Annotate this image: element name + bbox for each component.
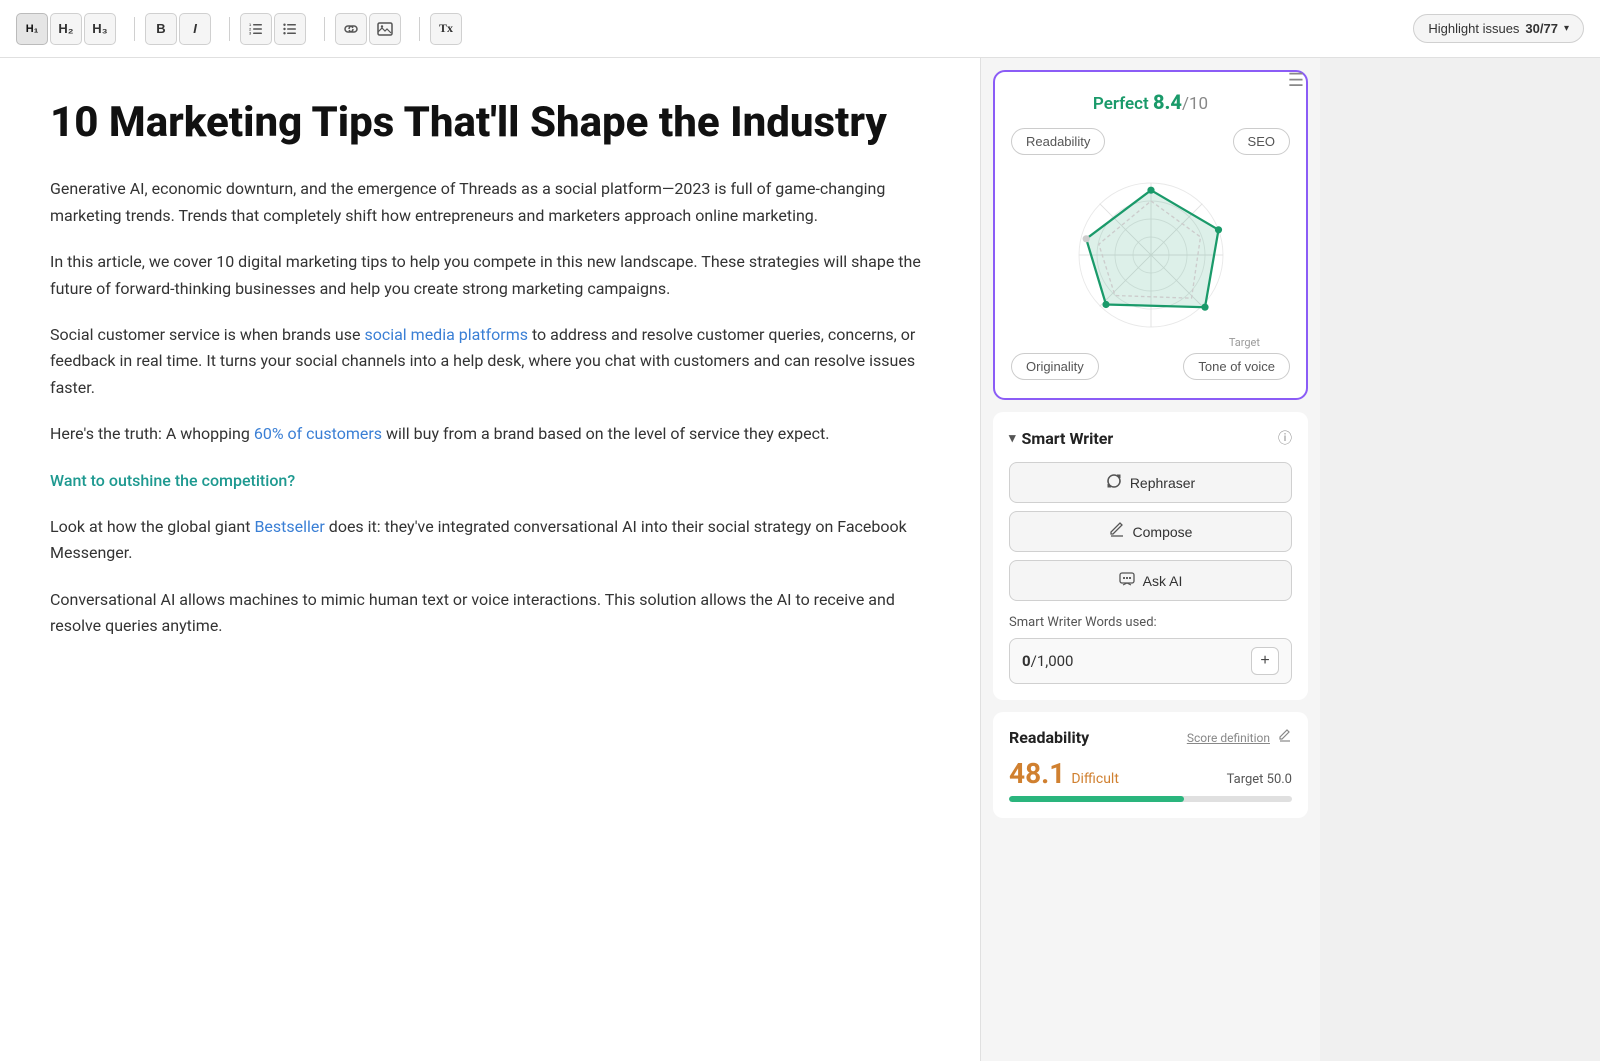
paragraph-5: Want to outshine the competition? xyxy=(50,468,930,494)
h2-button[interactable]: H₂ xyxy=(50,13,82,45)
h3-button[interactable]: H₃ xyxy=(84,13,116,45)
readability-target: Target 50.0 xyxy=(1227,772,1292,787)
sidebar-menu-button[interactable]: ☰ xyxy=(1288,70,1304,91)
readability-progress-fill xyxy=(1009,796,1184,802)
score-header: Perfect 8.4/10 xyxy=(1011,90,1290,114)
editor-toolbar: H₁ H₂ H₃ B I 1 2 3 xyxy=(0,0,1600,58)
chevron-down-icon: ▾ xyxy=(1564,23,1569,34)
originality-pill[interactable]: Originality xyxy=(1011,353,1099,380)
social-media-link[interactable]: social media platforms xyxy=(364,325,528,344)
highlight-count: 30/77 xyxy=(1525,21,1558,36)
smart-writer-chevron: ▾ xyxy=(1009,431,1016,446)
smart-writer-section: ▾ Smart Writer ⓘ Rephraser xyxy=(993,412,1308,700)
compose-icon xyxy=(1109,522,1125,541)
svg-text:3: 3 xyxy=(249,30,252,35)
paragraph-6: Look at how the global giant Bestseller … xyxy=(50,514,930,567)
add-words-button[interactable]: + xyxy=(1251,647,1279,675)
score-pills-bottom: Originality Tone of voice xyxy=(1011,353,1290,380)
h1-button[interactable]: H₁ xyxy=(16,13,48,45)
rephraser-label: Rephraser xyxy=(1130,475,1195,491)
unordered-list-button[interactable] xyxy=(274,13,306,45)
smart-writer-info-icon[interactable]: ⓘ xyxy=(1278,428,1292,448)
image-button[interactable] xyxy=(369,13,401,45)
format-group: B I xyxy=(145,13,211,45)
ask-ai-icon xyxy=(1119,571,1135,590)
readability-score-number: 48.1 xyxy=(1009,757,1065,790)
score-widget: Perfect 8.4/10 Readability SEO xyxy=(993,70,1308,400)
readability-score-row: 48.1 Difficult Target 50.0 xyxy=(1009,757,1292,790)
rephraser-icon xyxy=(1106,473,1122,492)
target-label: Target xyxy=(1229,336,1260,349)
link-icon xyxy=(343,23,359,35)
editor-area[interactable]: 10 Marketing Tips That'll Shape the Indu… xyxy=(0,58,980,1061)
highlight-label: Highlight issues xyxy=(1428,21,1519,36)
paragraph-2: In this article, we cover 10 digital mar… xyxy=(50,249,930,302)
words-count: 0/1,000 xyxy=(1022,652,1074,670)
score-definition-link[interactable]: Score definition xyxy=(1187,731,1270,745)
customers-link[interactable]: 60% of customers xyxy=(254,424,382,443)
rephraser-button[interactable]: Rephraser xyxy=(1009,462,1292,503)
paragraph-7: Conversational AI allows machines to mim… xyxy=(50,587,930,640)
link-button[interactable] xyxy=(335,13,367,45)
image-icon xyxy=(377,22,393,36)
ask-ai-label: Ask AI xyxy=(1143,573,1183,589)
readability-title: Readability xyxy=(1009,728,1089,747)
radar-chart-container: Target xyxy=(1011,165,1290,345)
compose-label: Compose xyxy=(1133,524,1193,540)
list-group: 1 2 3 xyxy=(240,13,306,45)
ask-ai-button[interactable]: Ask AI xyxy=(1009,560,1292,601)
seo-pill[interactable]: SEO xyxy=(1233,128,1290,155)
words-total-number: 1,000 xyxy=(1037,652,1074,670)
words-used-label: Smart Writer Words used: xyxy=(1009,615,1292,630)
readability-pill[interactable]: Readability xyxy=(1011,128,1105,155)
bestseller-link[interactable]: Bestseller xyxy=(254,517,324,536)
readability-meta: Score definition xyxy=(1187,729,1292,747)
readability-score-label: Difficult xyxy=(1071,771,1119,787)
right-sidebar: ☰ Perfect 8.4/10 Readability SEO xyxy=(980,58,1320,1061)
separator-2 xyxy=(229,17,230,41)
insert-group xyxy=(335,13,401,45)
score-pills-top: Readability SEO xyxy=(1011,128,1290,155)
edit-readability-icon[interactable] xyxy=(1278,729,1292,747)
readability-section: Readability Score definition 48.1 Diffic… xyxy=(993,712,1308,818)
clear-format-button[interactable]: Tx xyxy=(430,13,462,45)
article-title: 10 Marketing Tips That'll Shape the Indu… xyxy=(50,98,930,148)
smart-writer-title: ▾ Smart Writer xyxy=(1009,429,1113,448)
separator-3 xyxy=(324,17,325,41)
main-area: 10 Marketing Tips That'll Shape the Indu… xyxy=(0,58,1600,1061)
readability-header: Readability Score definition xyxy=(1009,728,1292,747)
highlight-issues-button[interactable]: Highlight issues 30/77 ▾ xyxy=(1413,14,1584,43)
radar-chart xyxy=(1061,165,1241,345)
italic-button[interactable]: I xyxy=(179,13,211,45)
words-used-number: 0 xyxy=(1022,652,1031,670)
paragraph-3: Social customer service is when brands u… xyxy=(50,322,930,401)
tone-of-voice-pill[interactable]: Tone of voice xyxy=(1183,353,1290,380)
heading-group: H₁ H₂ H₃ xyxy=(16,13,116,45)
bold-button[interactable]: B xyxy=(145,13,177,45)
ordered-list-icon: 1 2 3 xyxy=(248,21,264,37)
ordered-list-button[interactable]: 1 2 3 xyxy=(240,13,272,45)
paragraph-1: Generative AI, economic downturn, and th… xyxy=(50,176,930,229)
words-used-row: 0/1,000 + xyxy=(1009,638,1292,684)
compose-button[interactable]: Compose xyxy=(1009,511,1292,552)
smart-writer-header: ▾ Smart Writer ⓘ xyxy=(1009,428,1292,448)
separator-1 xyxy=(134,17,135,41)
readability-progress-bar xyxy=(1009,796,1292,802)
separator-4 xyxy=(419,17,420,41)
unordered-list-icon xyxy=(282,21,298,37)
paragraph-4: Here's the truth: A whopping 60% of cust… xyxy=(50,421,930,447)
